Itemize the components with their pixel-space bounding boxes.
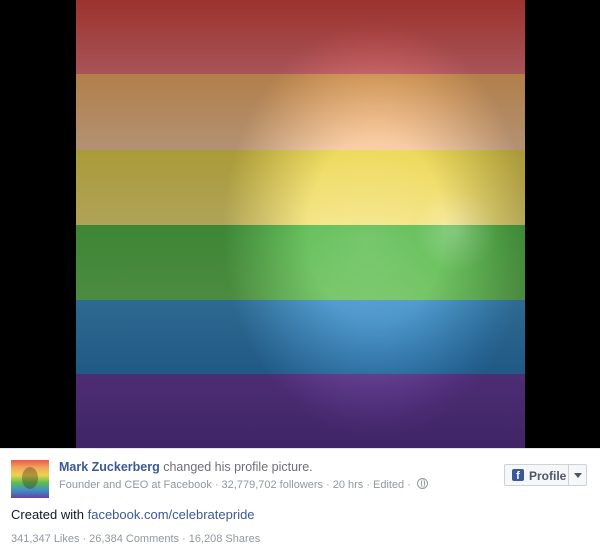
post-card: Mark Zuckerberg changed his profile pict… [0, 448, 600, 558]
post-body: Created with facebook.com/celebratepride [11, 507, 255, 522]
celebrate-pride-link[interactable]: facebook.com/celebratepride [88, 507, 255, 522]
likes-count[interactable]: 341,347 Likes [11, 533, 80, 545]
caret-down-icon[interactable] [574, 473, 582, 478]
avatar[interactable] [11, 460, 49, 498]
post-meta: Founder and CEO at Facebook · 32,779,702 f… [59, 478, 428, 491]
followers-count[interactable]: 32,779,702 followers [222, 479, 324, 491]
avatar-face [22, 467, 38, 489]
post-time[interactable]: 20 hrs [333, 479, 364, 491]
button-divider [568, 465, 569, 485]
post-action: changed his profile picture. [163, 460, 313, 474]
profile-photo[interactable] [76, 0, 525, 448]
author-title: Founder and CEO at Facebook [59, 479, 212, 491]
globe-icon[interactable] [416, 478, 428, 489]
comments-count[interactable]: 26,384 Comments [89, 533, 179, 545]
edited-label[interactable]: Edited [373, 479, 404, 491]
facebook-f-icon: f [512, 469, 524, 482]
profile-photo-viewer [0, 0, 600, 448]
profile-button[interactable]: f Profile [504, 464, 587, 486]
photo-shading [76, 0, 525, 448]
post-stats: 341,347 Likes · 26,384 Comments · 16,208 Sha… [11, 533, 261, 545]
author-name[interactable]: Mark Zuckerberg [59, 460, 160, 474]
post-header: Mark Zuckerberg changed his profile pict… [59, 460, 313, 474]
profile-button-label: Profile [529, 469, 567, 483]
post-text: Created with [11, 507, 84, 522]
shares-count[interactable]: 16,208 Shares [189, 533, 261, 545]
